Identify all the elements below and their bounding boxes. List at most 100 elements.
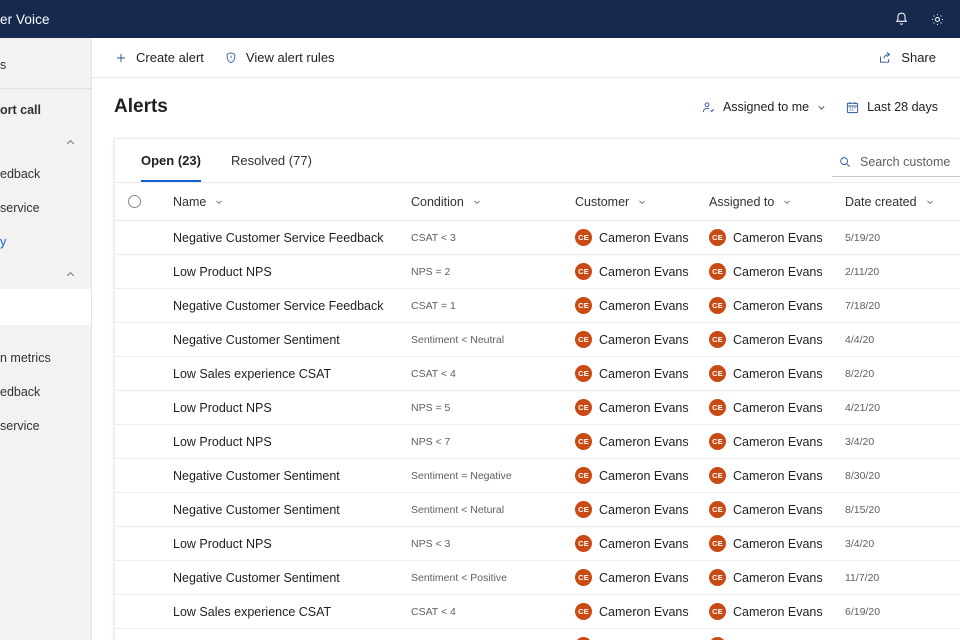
cell-name: Negative Customer Sentiment: [153, 333, 407, 347]
table-row[interactable]: Negative Customer SentimentSentiment = N…: [115, 459, 960, 493]
cell-customer: CECameron Evans: [575, 399, 709, 416]
avatar: CE: [575, 603, 592, 620]
select-all-checkbox[interactable]: [115, 195, 153, 208]
table-header-row: Name Condition: [115, 183, 960, 221]
cell-customer-label: Cameron Evans: [599, 367, 689, 381]
search-box[interactable]: [832, 147, 960, 177]
avatar: CE: [709, 569, 726, 586]
table-row[interactable]: Negative Customer Service FeedbackCSAT <…: [115, 221, 960, 255]
view-alert-rules-label: View alert rules: [246, 50, 335, 65]
tab-resolved-label: Resolved (77): [231, 153, 312, 168]
avatar: CE: [709, 229, 726, 246]
tab-resolved[interactable]: Resolved (77): [219, 139, 324, 182]
cell-assigned-to-label: Cameron Evans: [733, 333, 823, 347]
table-row[interactable]: Negative Customer SentimentSentiment < P…: [115, 561, 960, 595]
cell-name: Low Sales experience CSAT: [153, 367, 407, 381]
chevron-down-icon: [782, 197, 792, 207]
table-row[interactable]: Negative Customer SentimentSentiment < N…: [115, 323, 960, 357]
tab-open[interactable]: Open (23): [129, 139, 213, 182]
avatar: CE: [709, 365, 726, 382]
cell-date-created: 5/19/20: [843, 232, 960, 244]
cell-assigned-to-label: Cameron Evans: [733, 503, 823, 517]
sidebar-item-5[interactable]: service: [0, 191, 91, 225]
table-body: Negative Customer Service Feedback CSAT <…: [115, 221, 960, 640]
header-filters: Assigned to me Last 28 days: [701, 100, 948, 115]
avatar: CE: [575, 535, 592, 552]
column-header-assigned-to-label: Assigned to: [709, 195, 774, 209]
cell-customer: CECameron Evans: [575, 569, 709, 586]
cell-customer-label: Cameron Evans: [599, 265, 689, 279]
cell-name: Low Sales experience CSAT: [153, 605, 407, 619]
command-bar: Create alert View alert rules Share: [92, 38, 960, 78]
table-row[interactable]: Low Sales experience CSATCSAT < 4 CE Camer…: [115, 357, 960, 391]
cell-assigned-to-label: Cameron Evans: [733, 299, 823, 313]
cell-condition: CSAT < 4: [407, 606, 575, 618]
cell-customer: CECameron Evans: [575, 331, 709, 348]
sidebar-item-9[interactable]: n metrics: [0, 341, 91, 375]
cell-customer: CECameron Evans: [575, 603, 709, 620]
bell-icon[interactable]: [884, 2, 918, 36]
chevron-down-icon: [925, 197, 935, 207]
cell-customer: CECameron Evans: [575, 229, 709, 246]
avatar: CE: [575, 569, 592, 586]
chevron-up-icon: [64, 136, 77, 149]
column-header-date-created[interactable]: Date created: [843, 195, 960, 209]
table-row[interactable]: Low Sales experience CSATCSAT < 4CECamer…: [115, 595, 960, 629]
cell-date-created: 3/4/20: [843, 436, 960, 448]
cell-customer-label: Cameron Evans: [599, 503, 689, 517]
avatar: CE: [709, 501, 726, 518]
share-button[interactable]: Share: [868, 42, 946, 74]
avatar: CE: [709, 535, 726, 552]
table-row[interactable]: Low Product NPSNPS = 5CECameron EvansCEC…: [115, 391, 960, 425]
gear-icon[interactable]: [920, 2, 954, 36]
sidebar-item-4[interactable]: edback: [0, 157, 91, 191]
cell-name: Negative Customer Sentiment: [153, 469, 407, 483]
avatar: CE: [709, 467, 726, 484]
avatar: CE: [709, 399, 726, 416]
cell-date-created: 4/4/20: [843, 334, 960, 346]
cell-assigned-to-label: Cameron Evans: [733, 469, 823, 483]
sidebar-item-label: service: [0, 419, 40, 433]
card-tabs-row: Open (23) Resolved (77): [115, 139, 960, 183]
assigned-to-me-filter[interactable]: Assigned to me: [701, 100, 827, 115]
view-alert-rules-button[interactable]: View alert rules: [214, 42, 345, 74]
cell-name: Low Product NPS: [153, 401, 407, 415]
sidebar-item-10[interactable]: edback: [0, 375, 91, 409]
cell-customer-label: Cameron Evans: [599, 231, 689, 245]
sidebar-item-selected[interactable]: [0, 289, 91, 325]
cell-assigned-to-label: Cameron Evans: [733, 367, 823, 381]
column-header-name[interactable]: Name: [153, 195, 407, 209]
cell-assigned-to-label: Cameron Evans: [733, 401, 823, 415]
table-row[interactable]: Negative Customer SentimentSentiment < N…: [115, 493, 960, 527]
sidebar-item-6-link[interactable]: y: [0, 225, 91, 259]
table-row[interactable]: Negative Customer Service FeedbackCSAT =…: [115, 289, 960, 323]
cell-condition: CSAT < 4: [407, 368, 575, 380]
column-header-condition[interactable]: Condition: [407, 195, 575, 209]
top-bar-actions: [884, 2, 960, 36]
main-content: Create alert View alert rules Share: [92, 38, 960, 640]
shield-icon: [224, 51, 238, 65]
create-alert-button[interactable]: Create alert: [104, 42, 214, 74]
table-row[interactable]: Low Product NPSNPS < 7CECameron EvansCEC…: [115, 425, 960, 459]
cell-date-created: 2/11/20: [843, 266, 960, 278]
sidebar-section-header[interactable]: ort call: [0, 93, 91, 127]
cell-name: Negative Customer Service Feedback: [153, 299, 407, 313]
cell-name: Negative Customer Sentiment: [153, 503, 407, 517]
tab-list: Open (23) Resolved (77): [129, 139, 324, 182]
sidebar-item-11[interactable]: service: [0, 409, 91, 443]
table-row[interactable]: Low Product NPSNPS = 2CECameron EvansCEC…: [115, 255, 960, 289]
table-row[interactable]: Low Product NPSNPS = 5CECameron EvansCEC…: [115, 629, 960, 640]
cell-name: Low Product NPS: [153, 537, 407, 551]
column-header-customer[interactable]: Customer: [575, 195, 709, 209]
table-row[interactable]: Low Product NPSNPS < 3CECameron EvansCEC…: [115, 527, 960, 561]
column-header-assigned-to[interactable]: Assigned to: [709, 195, 843, 209]
sidebar-collapse-toggle-1[interactable]: [0, 127, 91, 157]
cell-date-created: 3/4/20: [843, 538, 960, 550]
date-range-filter[interactable]: Last 28 days: [845, 100, 938, 115]
sidebar-collapse-toggle-2[interactable]: [0, 259, 91, 289]
sidebar-item-0[interactable]: s: [0, 48, 91, 82]
search-input[interactable]: [860, 155, 960, 169]
cell-condition: Sentiment = Negative: [407, 470, 575, 482]
cell-assigned-to-label: Cameron Evans: [733, 605, 823, 619]
sidebar-spacer: [0, 38, 91, 48]
